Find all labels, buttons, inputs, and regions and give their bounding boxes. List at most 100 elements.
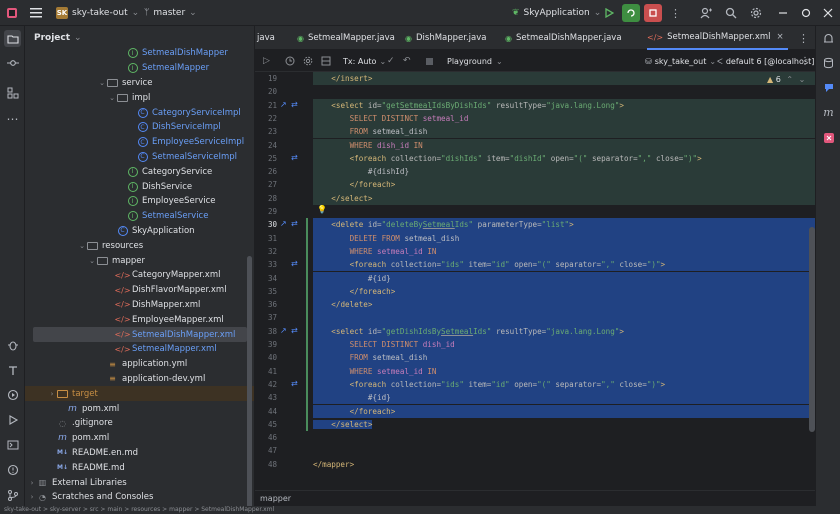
schema-selector[interactable]: ⛁ sky_take_out ⌄ [645,50,716,72]
code-editor[interactable]: 19 20 21 ↗ ⇄ 22 23 24 25 ⇄ 26 27 28 29 30 ↗ ⇄ 31 32 33 ⇄ 34 35… [255,72,815,490]
history-icon[interactable] [285,50,295,72]
tree-item[interactable]: › ◔ Scratches and Consoles [25,490,254,505]
chevron-right-icon[interactable]: › [27,479,37,487]
tree-item[interactable]: </> DishFlavorMapper.xml [25,283,254,298]
editor-tab[interactable]: </> SetmealDishMapper.xml × [647,26,788,50]
rollback-icon[interactable]: ↶ [403,50,411,72]
code-line[interactable]: <select id="getDishIdsBySetmealIds" resu… [313,324,815,338]
editor-tab[interactable]: ◉ SetmealMapper.java [297,26,399,50]
tree-item[interactable]: ◌ .gitignore [25,416,254,431]
tree-item[interactable]: m pom.xml [25,401,254,416]
maximize-icon[interactable] [801,0,811,26]
tree-item[interactable]: ≡ application-dev.yml [25,372,254,387]
code-line[interactable]: <foreach collection="ids" item="id" open… [313,258,815,272]
tree-item[interactable]: I EmployeeService [25,194,254,209]
sql-injection-icon[interactable]: ⇄ [291,153,298,162]
commit-icon[interactable] [4,54,21,71]
tree-item[interactable]: I SetmealMapper [25,61,254,76]
navigate-to-mapper-icon[interactable]: ↗ [280,100,287,109]
code-line[interactable]: WHERE setmeal_id IN [313,364,815,378]
tree-item[interactable]: › ▥ External Libraries [25,475,254,490]
ai-assistant-icon[interactable] [820,79,837,96]
warning-indicator[interactable]: ▲ 6 ⌃ ⌄ [767,75,805,84]
code-line[interactable]: <delete id="deleteBySetmealIds" paramete… [313,218,815,232]
code-line[interactable]: <foreach collection="ids" item="id" open… [313,377,815,392]
maven-icon[interactable]: m [820,104,837,121]
tree-item[interactable]: </> SetmealMapper.xml [25,342,254,357]
tree-item[interactable]: C CategoryServiceImpl [25,105,254,120]
tree-item[interactable]: ⌄ impl [25,90,254,105]
structure-icon[interactable] [4,84,21,101]
tree-item[interactable]: C DishServiceImpl [25,120,254,135]
problems-icon[interactable] [4,461,21,478]
notifications-icon[interactable] [820,30,837,47]
tree-item[interactable]: </> EmployeeMapper.xml [25,312,254,327]
breadcrumb[interactable]: mapper [255,490,815,506]
plugin-icon[interactable] [820,129,837,146]
code-line[interactable]: #{dishId} [313,165,815,179]
code-line[interactable]: </delete> [313,298,815,312]
code-line[interactable] [313,205,815,218]
code-line[interactable]: FROM setmeal_dish [313,125,815,139]
tree-item[interactable]: M↓ README.md [25,460,254,475]
tree-item[interactable]: I CategoryService [25,164,254,179]
tree-item[interactable]: C SkyApplication [25,224,254,239]
tree-item[interactable]: ⌄ resources [25,238,254,253]
code-line[interactable]: </mapper> [313,458,815,471]
code-line[interactable] [313,431,815,444]
code-line[interactable]: DELETE FROM setmeal_dish [313,231,815,245]
tree-item[interactable]: </> CategoryMapper.xml [25,268,254,283]
code-line[interactable]: </foreach> [313,178,815,192]
debug-icon[interactable] [4,336,21,353]
code-line[interactable]: </select> [313,418,815,431]
breadcrumb-item[interactable]: mapper [260,494,291,503]
tree-item[interactable]: C SetmealServiceImpl [25,150,254,165]
code-line[interactable]: </insert> [313,72,815,86]
run-button[interactable] [600,0,618,26]
code-line[interactable]: </select> [313,191,815,205]
sql-injection-icon[interactable]: ⇄ [291,219,298,228]
code-line[interactable]: </foreach> [313,404,815,418]
chevron-down-icon[interactable]: ⌄ [77,242,87,250]
project-selector[interactable]: SK sky-take-out ⌄ [56,0,139,26]
chevron-down-icon[interactable]: ⌄ [87,257,97,265]
navigate-to-mapper-icon[interactable]: ↗ [280,219,287,228]
settings-gear-icon[interactable] [303,50,313,72]
more-actions-icon[interactable]: ⋮ [800,50,810,72]
commit-check-icon[interactable]: ✓ [387,50,395,72]
code-line[interactable]: #{id} [313,271,815,285]
code-line[interactable] [313,444,815,457]
chevron-down-icon[interactable]: ⌄ [97,79,107,87]
stop-button[interactable] [644,0,662,26]
rerun-button[interactable] [622,0,640,26]
sql-injection-icon[interactable]: ⇄ [291,100,298,109]
code-line[interactable]: WHERE dish_id IN [313,138,815,152]
code-line[interactable]: SELECT DISTINCT dish_id [313,338,815,352]
more-actions-icon[interactable]: ⋮ [670,0,681,26]
lightbulb-icon[interactable]: 💡 [317,205,327,214]
tree-item[interactable]: </> SetmealDishMapper.xml [33,327,247,342]
build-icon[interactable] [4,386,21,403]
sql-injection-icon[interactable]: ⇄ [291,379,298,388]
code-line[interactable] [313,85,815,98]
add-user-icon[interactable] [700,0,712,26]
code-line[interactable]: SELECT DISTINCT setmeal_id [313,111,815,126]
playground-dropdown[interactable]: Playground ⌄ [447,50,503,72]
branch-selector[interactable]: ᛘ master ⌄ [144,0,197,26]
services-icon[interactable] [4,361,21,378]
sql-injection-icon[interactable]: ⇄ [291,326,298,335]
tree-item[interactable]: C EmployeeServiceImpl [25,135,254,150]
code-line[interactable]: <select id="getSetmealIdsByDishIds" resu… [313,98,815,112]
main-menu-icon[interactable] [30,0,42,26]
tree-item[interactable]: </> DishMapper.xml [25,298,254,313]
status-path[interactable]: sky-take-out > sky-server > src > main >… [4,506,274,513]
chevron-right-icon[interactable]: › [27,493,37,501]
stop-icon[interactable] [425,50,434,72]
app-logo-icon[interactable] [6,0,18,26]
search-icon[interactable] [725,0,737,26]
run-tool-icon[interactable] [4,411,21,428]
tree-item[interactable]: I SetmealDishMapper [25,46,254,61]
tree-item[interactable]: › target [25,386,254,402]
tree-item[interactable]: ⌄ mapper [25,253,254,268]
tree-item[interactable]: m pom.xml [25,431,254,446]
